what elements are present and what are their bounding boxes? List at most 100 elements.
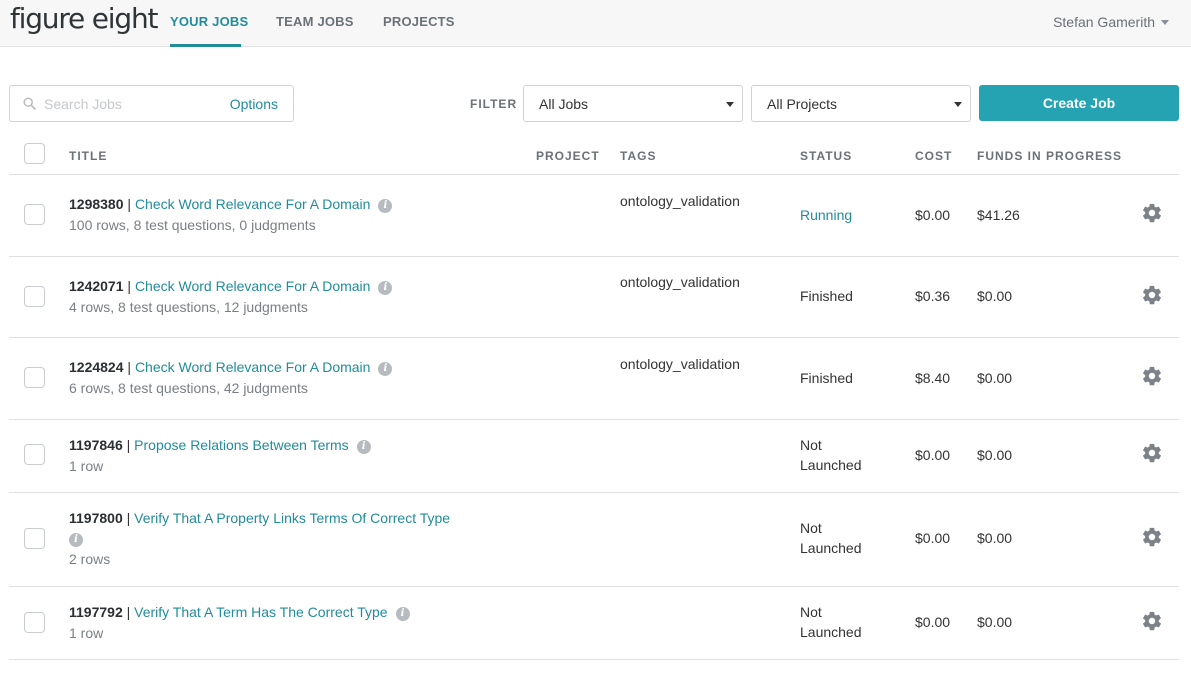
job-title-link[interactable]: Check Word Relevance For A Domain [135,359,371,375]
job-cost: $0.00 [915,614,951,630]
row-checkbox[interactable] [24,528,45,549]
job-status: Not [800,520,822,536]
job-funds: $0.00 [977,370,1013,386]
brand-logo[interactable]: figure eight [10,2,158,35]
info-icon-wrapper: i [69,530,83,547]
job-status: Finished [800,288,853,304]
projects-filter-value: All Projects [767,96,838,112]
search-input[interactable] [44,94,219,114]
job-cost: $0.36 [915,288,951,304]
info-icon[interactable]: i [395,607,410,621]
job-title-link[interactable]: Verify That A Property Links Terms Of Co… [134,510,450,526]
gear-icon[interactable] [1141,284,1163,306]
column-header-cost[interactable]: COST [915,149,952,163]
job-funds: $0.00 [977,447,1013,463]
row-checkbox[interactable] [24,204,45,225]
job-funds: $0.00 [977,614,1013,630]
info-icon[interactable]: i [378,199,393,213]
create-job-button[interactable]: Create Job [979,85,1179,121]
job-cost: $8.40 [915,370,951,386]
job-status: Finished [800,370,853,386]
job-status: Not [800,604,822,620]
user-menu[interactable]: Stefan Gamerith [1053,14,1169,30]
column-header-title[interactable]: TITLE [69,149,107,163]
top-nav: figure eight YOUR JOBS TEAM JOBS PROJECT… [0,0,1191,47]
chevron-down-icon [954,102,962,107]
job-details: 4 rows, 8 test questions, 12 judgments [69,299,308,315]
column-header-funds[interactable]: FUNDS IN PROGRESS [977,149,1122,163]
job-id: 1242071 [69,278,124,294]
job-title-link[interactable]: Verify That A Term Has The Correct Type [134,604,387,620]
job-title-line: 1197846 | Propose Relations Between Term… [69,437,371,454]
info-icon[interactable]: i [69,533,83,547]
job-title-line: 1197792 | Verify That A Term Has The Cor… [69,604,410,621]
job-details: 6 rows, 8 test questions, 42 judgments [69,380,308,396]
gear-icon[interactable] [1141,610,1163,632]
row-checkbox[interactable] [24,612,45,633]
gear-icon[interactable] [1141,526,1163,548]
job-id: 1197800 [69,510,123,526]
search-icon [23,97,36,115]
job-status-line2: Launched [800,540,862,556]
projects-filter-select[interactable]: All Projects [751,85,971,122]
job-status: Not [800,437,822,453]
job-cost: $0.00 [915,530,951,546]
select-all-checkbox[interactable] [24,143,45,164]
job-status: Running [800,207,853,223]
job-id: 1197792 [69,604,123,620]
info-icon[interactable]: i [378,362,393,376]
chevron-down-icon [1161,19,1169,25]
chevron-down-icon [726,102,734,107]
job-title-link[interactable]: Propose Relations Between Terms [134,437,349,453]
column-header-project[interactable]: PROJECT [536,149,600,163]
job-details: 1 row [69,458,104,474]
row-checkbox[interactable] [24,367,45,388]
separator: | [126,437,131,453]
job-funds: $0.00 [977,288,1013,304]
job-id: 1197846 [69,437,123,453]
job-details: 100 rows, 8 test questions, 0 judgments [69,217,316,233]
info-icon[interactable]: i [378,281,393,295]
job-tags: ontology_validation [620,193,740,209]
tab-your-jobs[interactable]: YOUR JOBS [170,14,248,29]
job-status-line2: Launched [800,457,862,473]
tab-projects[interactable]: PROJECTS [383,14,455,29]
column-header-tags[interactable]: TAGS [620,149,656,163]
job-title-line: 1224824 | Check Word Relevance For A Dom… [69,359,393,376]
separator: | [126,604,131,620]
job-status-line2: Launched [800,624,862,640]
info-icon[interactable]: i [356,440,371,454]
job-id: 1224824 [69,359,124,375]
job-title-link[interactable]: Check Word Relevance For A Domain [135,278,371,294]
gear-icon[interactable] [1141,202,1163,224]
job-title-line: 1242071 | Check Word Relevance For A Dom… [69,278,393,295]
filter-label: FILTER [470,97,518,111]
job-tags: ontology_validation [620,274,740,290]
separator: | [127,196,132,212]
job-title-line: 1197800 | Verify That A Property Links T… [69,510,450,526]
active-tab-indicator [170,44,241,47]
jobs-filter-select[interactable]: All Jobs [523,85,743,122]
gear-icon[interactable] [1141,442,1163,464]
separator: | [126,510,131,526]
job-funds: $41.26 [977,207,1020,223]
row-checkbox[interactable] [24,444,45,465]
separator: | [127,359,132,375]
job-title-link[interactable]: Check Word Relevance For A Domain [135,196,371,212]
gear-icon[interactable] [1141,365,1163,387]
row-checkbox[interactable] [24,286,45,307]
job-details: 1 row [69,625,104,641]
user-name: Stefan Gamerith [1053,14,1155,30]
tab-team-jobs[interactable]: TEAM JOBS [276,14,354,29]
job-id: 1298380 [69,196,124,212]
options-link[interactable]: Options [230,96,278,112]
separator: | [127,278,132,294]
jobs-filter-value: All Jobs [539,96,589,112]
job-tags: ontology_validation [620,356,740,372]
job-cost: $0.00 [915,447,951,463]
job-title-line: 1298380 | Check Word Relevance For A Dom… [69,196,393,213]
job-funds: $0.00 [977,530,1013,546]
job-details: 2 rows [69,551,111,567]
search-box: Options [9,85,294,122]
column-header-status[interactable]: STATUS [800,149,852,163]
